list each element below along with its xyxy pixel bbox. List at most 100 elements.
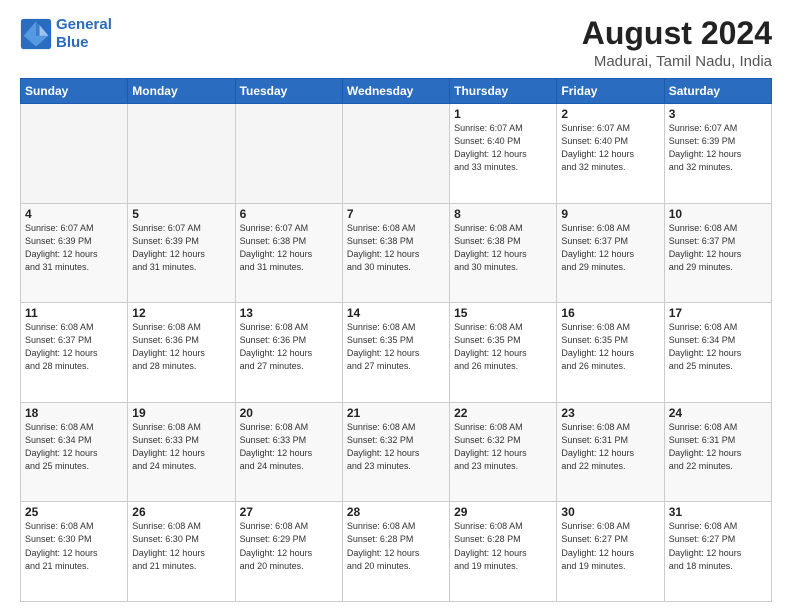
calendar-cell: 1Sunrise: 6:07 AM Sunset: 6:40 PM Daylig…: [450, 104, 557, 204]
calendar-cell: 11Sunrise: 6:08 AM Sunset: 6:37 PM Dayli…: [21, 303, 128, 403]
day-info: Sunrise: 6:08 AM Sunset: 6:27 PM Dayligh…: [561, 520, 659, 572]
day-number: 24: [669, 406, 767, 420]
page: General Blue August 2024 Madurai, Tamil …: [0, 0, 792, 612]
day-info: Sunrise: 6:07 AM Sunset: 6:38 PM Dayligh…: [240, 222, 338, 274]
day-info: Sunrise: 6:08 AM Sunset: 6:37 PM Dayligh…: [561, 222, 659, 274]
calendar-cell: 14Sunrise: 6:08 AM Sunset: 6:35 PM Dayli…: [342, 303, 449, 403]
logo-line1: General: [56, 16, 112, 33]
day-number: 8: [454, 207, 552, 221]
calendar-week-1: 4Sunrise: 6:07 AM Sunset: 6:39 PM Daylig…: [21, 203, 772, 303]
calendar-cell: 13Sunrise: 6:08 AM Sunset: 6:36 PM Dayli…: [235, 303, 342, 403]
calendar-cell: 28Sunrise: 6:08 AM Sunset: 6:28 PM Dayli…: [342, 502, 449, 602]
calendar-cell: 30Sunrise: 6:08 AM Sunset: 6:27 PM Dayli…: [557, 502, 664, 602]
day-info: Sunrise: 6:08 AM Sunset: 6:34 PM Dayligh…: [25, 421, 123, 473]
day-number: 30: [561, 505, 659, 519]
calendar-week-0: 1Sunrise: 6:07 AM Sunset: 6:40 PM Daylig…: [21, 104, 772, 204]
calendar-cell: 8Sunrise: 6:08 AM Sunset: 6:38 PM Daylig…: [450, 203, 557, 303]
day-number: 21: [347, 406, 445, 420]
calendar-cell: 22Sunrise: 6:08 AM Sunset: 6:32 PM Dayli…: [450, 402, 557, 502]
day-number: 13: [240, 306, 338, 320]
calendar-week-2: 11Sunrise: 6:08 AM Sunset: 6:37 PM Dayli…: [21, 303, 772, 403]
calendar-cell: 23Sunrise: 6:08 AM Sunset: 6:31 PM Dayli…: [557, 402, 664, 502]
calendar-header-sunday: Sunday: [21, 79, 128, 104]
day-number: 26: [132, 505, 230, 519]
day-info: Sunrise: 6:07 AM Sunset: 6:40 PM Dayligh…: [561, 122, 659, 174]
day-info: Sunrise: 6:07 AM Sunset: 6:39 PM Dayligh…: [25, 222, 123, 274]
day-number: 4: [25, 207, 123, 221]
calendar-cell: 27Sunrise: 6:08 AM Sunset: 6:29 PM Dayli…: [235, 502, 342, 602]
day-info: Sunrise: 6:08 AM Sunset: 6:28 PM Dayligh…: [347, 520, 445, 572]
day-info: Sunrise: 6:08 AM Sunset: 6:38 PM Dayligh…: [454, 222, 552, 274]
calendar-cell: 5Sunrise: 6:07 AM Sunset: 6:39 PM Daylig…: [128, 203, 235, 303]
day-number: 25: [25, 505, 123, 519]
day-number: 7: [347, 207, 445, 221]
calendar-cell: 19Sunrise: 6:08 AM Sunset: 6:33 PM Dayli…: [128, 402, 235, 502]
calendar-cell: [128, 104, 235, 204]
calendar-cell: 3Sunrise: 6:07 AM Sunset: 6:39 PM Daylig…: [664, 104, 771, 204]
calendar-cell: 25Sunrise: 6:08 AM Sunset: 6:30 PM Dayli…: [21, 502, 128, 602]
day-info: Sunrise: 6:08 AM Sunset: 6:36 PM Dayligh…: [240, 321, 338, 373]
calendar-cell: 6Sunrise: 6:07 AM Sunset: 6:38 PM Daylig…: [235, 203, 342, 303]
day-number: 6: [240, 207, 338, 221]
day-number: 9: [561, 207, 659, 221]
day-number: 31: [669, 505, 767, 519]
calendar-cell: [21, 104, 128, 204]
day-info: Sunrise: 6:08 AM Sunset: 6:28 PM Dayligh…: [454, 520, 552, 572]
calendar-cell: 24Sunrise: 6:08 AM Sunset: 6:31 PM Dayli…: [664, 402, 771, 502]
day-info: Sunrise: 6:08 AM Sunset: 6:35 PM Dayligh…: [561, 321, 659, 373]
day-info: Sunrise: 6:08 AM Sunset: 6:38 PM Dayligh…: [347, 222, 445, 274]
calendar-header-monday: Monday: [128, 79, 235, 104]
day-number: 15: [454, 306, 552, 320]
day-info: Sunrise: 6:07 AM Sunset: 6:39 PM Dayligh…: [132, 222, 230, 274]
day-info: Sunrise: 6:08 AM Sunset: 6:35 PM Dayligh…: [454, 321, 552, 373]
calendar-cell: 12Sunrise: 6:08 AM Sunset: 6:36 PM Dayli…: [128, 303, 235, 403]
calendar-cell: 31Sunrise: 6:08 AM Sunset: 6:27 PM Dayli…: [664, 502, 771, 602]
logo-line2: Blue: [56, 34, 89, 51]
calendar-header-tuesday: Tuesday: [235, 79, 342, 104]
day-info: Sunrise: 6:08 AM Sunset: 6:31 PM Dayligh…: [561, 421, 659, 473]
day-info: Sunrise: 6:08 AM Sunset: 6:35 PM Dayligh…: [347, 321, 445, 373]
day-info: Sunrise: 6:08 AM Sunset: 6:32 PM Dayligh…: [347, 421, 445, 473]
calendar-cell: [342, 104, 449, 204]
calendar-cell: 18Sunrise: 6:08 AM Sunset: 6:34 PM Dayli…: [21, 402, 128, 502]
day-number: 20: [240, 406, 338, 420]
logo-icon: [20, 18, 52, 50]
day-info: Sunrise: 6:08 AM Sunset: 6:32 PM Dayligh…: [454, 421, 552, 473]
calendar-cell: 2Sunrise: 6:07 AM Sunset: 6:40 PM Daylig…: [557, 104, 664, 204]
calendar-cell: 16Sunrise: 6:08 AM Sunset: 6:35 PM Dayli…: [557, 303, 664, 403]
day-number: 16: [561, 306, 659, 320]
day-number: 23: [561, 406, 659, 420]
day-number: 27: [240, 505, 338, 519]
day-number: 5: [132, 207, 230, 221]
calendar-table: SundayMondayTuesdayWednesdayThursdayFrid…: [20, 78, 772, 602]
calendar-cell: 7Sunrise: 6:08 AM Sunset: 6:38 PM Daylig…: [342, 203, 449, 303]
day-info: Sunrise: 6:08 AM Sunset: 6:34 PM Dayligh…: [669, 321, 767, 373]
title-block: August 2024 Madurai, Tamil Nadu, India: [582, 16, 772, 70]
day-info: Sunrise: 6:08 AM Sunset: 6:37 PM Dayligh…: [669, 222, 767, 274]
day-info: Sunrise: 6:08 AM Sunset: 6:29 PM Dayligh…: [240, 520, 338, 572]
day-info: Sunrise: 6:08 AM Sunset: 6:31 PM Dayligh…: [669, 421, 767, 473]
calendar-cell: [235, 104, 342, 204]
calendar-cell: 4Sunrise: 6:07 AM Sunset: 6:39 PM Daylig…: [21, 203, 128, 303]
day-info: Sunrise: 6:07 AM Sunset: 6:39 PM Dayligh…: [669, 122, 767, 174]
day-number: 11: [25, 306, 123, 320]
day-number: 19: [132, 406, 230, 420]
day-number: 1: [454, 107, 552, 121]
day-info: Sunrise: 6:08 AM Sunset: 6:33 PM Dayligh…: [240, 421, 338, 473]
calendar-header-friday: Friday: [557, 79, 664, 104]
day-info: Sunrise: 6:08 AM Sunset: 6:33 PM Dayligh…: [132, 421, 230, 473]
day-number: 29: [454, 505, 552, 519]
calendar-cell: 9Sunrise: 6:08 AM Sunset: 6:37 PM Daylig…: [557, 203, 664, 303]
calendar-cell: 17Sunrise: 6:08 AM Sunset: 6:34 PM Dayli…: [664, 303, 771, 403]
day-info: Sunrise: 6:07 AM Sunset: 6:40 PM Dayligh…: [454, 122, 552, 174]
day-info: Sunrise: 6:08 AM Sunset: 6:37 PM Dayligh…: [25, 321, 123, 373]
calendar-cell: 10Sunrise: 6:08 AM Sunset: 6:37 PM Dayli…: [664, 203, 771, 303]
day-info: Sunrise: 6:08 AM Sunset: 6:30 PM Dayligh…: [132, 520, 230, 572]
calendar-header-wednesday: Wednesday: [342, 79, 449, 104]
logo: General Blue: [20, 16, 112, 52]
day-number: 28: [347, 505, 445, 519]
calendar-week-3: 18Sunrise: 6:08 AM Sunset: 6:34 PM Dayli…: [21, 402, 772, 502]
day-number: 10: [669, 207, 767, 221]
day-number: 12: [132, 306, 230, 320]
subtitle: Madurai, Tamil Nadu, India: [582, 53, 772, 70]
